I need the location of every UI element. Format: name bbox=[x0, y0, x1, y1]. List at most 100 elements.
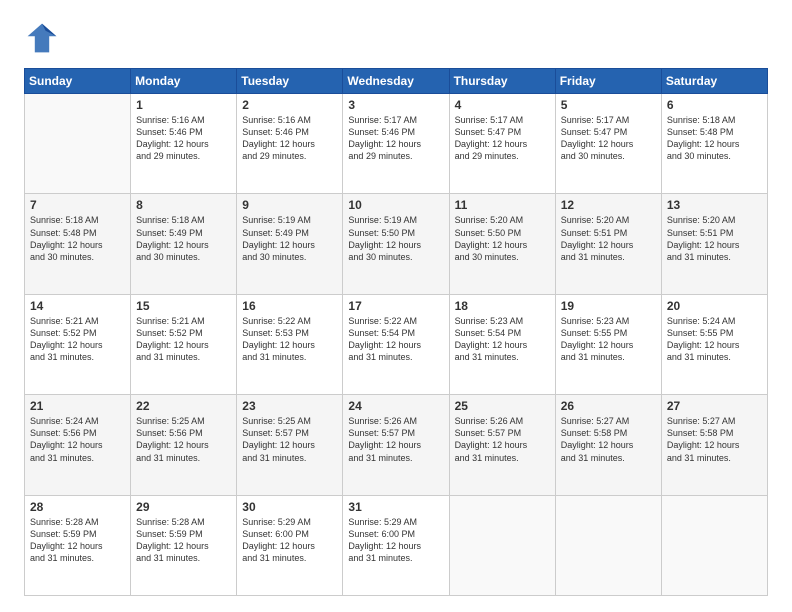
calendar-cell: 16 Sunrise: 5:22 AMSunset: 5:53 PMDayligh… bbox=[237, 294, 343, 394]
day-info: Sunrise: 5:23 AMSunset: 5:55 PMDaylight:… bbox=[561, 315, 656, 364]
calendar-cell: 7 Sunrise: 5:18 AMSunset: 5:48 PMDaylight… bbox=[25, 194, 131, 294]
day-number: 16 bbox=[242, 299, 337, 313]
day-info: Sunrise: 5:19 AMSunset: 5:50 PMDaylight:… bbox=[348, 214, 443, 263]
day-number: 24 bbox=[348, 399, 443, 413]
logo bbox=[24, 20, 64, 56]
day-info: Sunrise: 5:28 AMSunset: 5:59 PMDaylight:… bbox=[30, 516, 125, 565]
calendar-table: SundayMondayTuesdayWednesdayThursdayFrid… bbox=[24, 68, 768, 596]
calendar-cell: 9 Sunrise: 5:19 AMSunset: 5:49 PMDaylight… bbox=[237, 194, 343, 294]
calendar-header-saturday: Saturday bbox=[661, 69, 767, 94]
calendar-cell: 11 Sunrise: 5:20 AMSunset: 5:50 PMDayligh… bbox=[449, 194, 555, 294]
day-info: Sunrise: 5:24 AMSunset: 5:56 PMDaylight:… bbox=[30, 415, 125, 464]
day-info: Sunrise: 5:19 AMSunset: 5:49 PMDaylight:… bbox=[242, 214, 337, 263]
day-number: 10 bbox=[348, 198, 443, 212]
day-info: Sunrise: 5:16 AMSunset: 5:46 PMDaylight:… bbox=[242, 114, 337, 163]
day-info: Sunrise: 5:21 AMSunset: 5:52 PMDaylight:… bbox=[30, 315, 125, 364]
calendar-cell: 2 Sunrise: 5:16 AMSunset: 5:46 PMDaylight… bbox=[237, 94, 343, 194]
day-number: 25 bbox=[455, 399, 550, 413]
day-number: 27 bbox=[667, 399, 762, 413]
day-info: Sunrise: 5:18 AMSunset: 5:48 PMDaylight:… bbox=[30, 214, 125, 263]
calendar-cell: 22 Sunrise: 5:25 AMSunset: 5:56 PMDayligh… bbox=[131, 395, 237, 495]
day-number: 3 bbox=[348, 98, 443, 112]
calendar-header-friday: Friday bbox=[555, 69, 661, 94]
day-number: 22 bbox=[136, 399, 231, 413]
day-number: 29 bbox=[136, 500, 231, 514]
day-info: Sunrise: 5:25 AMSunset: 5:56 PMDaylight:… bbox=[136, 415, 231, 464]
day-number: 2 bbox=[242, 98, 337, 112]
calendar-cell: 6 Sunrise: 5:18 AMSunset: 5:48 PMDaylight… bbox=[661, 94, 767, 194]
day-info: Sunrise: 5:22 AMSunset: 5:54 PMDaylight:… bbox=[348, 315, 443, 364]
day-number: 15 bbox=[136, 299, 231, 313]
day-number: 31 bbox=[348, 500, 443, 514]
day-number: 13 bbox=[667, 198, 762, 212]
day-number: 26 bbox=[561, 399, 656, 413]
calendar-cell: 20 Sunrise: 5:24 AMSunset: 5:55 PMDayligh… bbox=[661, 294, 767, 394]
calendar-header-sunday: Sunday bbox=[25, 69, 131, 94]
calendar-cell: 17Sunrise: 5:22 AMSunset: 5:54 PMDayligh… bbox=[343, 294, 449, 394]
calendar-week-1: 7 Sunrise: 5:18 AMSunset: 5:48 PMDaylight… bbox=[25, 194, 768, 294]
day-number: 4 bbox=[455, 98, 550, 112]
day-number: 5 bbox=[561, 98, 656, 112]
calendar-cell: 27 Sunrise: 5:27 AMSunset: 5:58 PMDayligh… bbox=[661, 395, 767, 495]
calendar-cell: 5 Sunrise: 5:17 AMSunset: 5:47 PMDaylight… bbox=[555, 94, 661, 194]
day-number: 12 bbox=[561, 198, 656, 212]
day-info: Sunrise: 5:22 AMSunset: 5:53 PMDaylight:… bbox=[242, 315, 337, 364]
day-number: 9 bbox=[242, 198, 337, 212]
calendar-week-4: 28 Sunrise: 5:28 AMSunset: 5:59 PMDayligh… bbox=[25, 495, 768, 595]
calendar-cell: 24 Sunrise: 5:26 AMSunset: 5:57 PMDayligh… bbox=[343, 395, 449, 495]
calendar-header-thursday: Thursday bbox=[449, 69, 555, 94]
day-info: Sunrise: 5:25 AMSunset: 5:57 PMDaylight:… bbox=[242, 415, 337, 464]
day-number: 20 bbox=[667, 299, 762, 313]
day-info: Sunrise: 5:28 AMSunset: 5:59 PMDaylight:… bbox=[136, 516, 231, 565]
calendar-cell: 13 Sunrise: 5:20 AMSunset: 5:51 PMDayligh… bbox=[661, 194, 767, 294]
day-info: Sunrise: 5:20 AMSunset: 5:51 PMDaylight:… bbox=[667, 214, 762, 263]
day-number: 11 bbox=[455, 198, 550, 212]
day-info: Sunrise: 5:17 AMSunset: 5:47 PMDaylight:… bbox=[455, 114, 550, 163]
calendar-cell bbox=[449, 495, 555, 595]
day-info: Sunrise: 5:20 AMSunset: 5:50 PMDaylight:… bbox=[455, 214, 550, 263]
calendar-week-2: 14Sunrise: 5:21 AMSunset: 5:52 PMDayligh… bbox=[25, 294, 768, 394]
calendar-cell: 15 Sunrise: 5:21 AMSunset: 5:52 PMDayligh… bbox=[131, 294, 237, 394]
day-info: Sunrise: 5:27 AMSunset: 5:58 PMDaylight:… bbox=[667, 415, 762, 464]
calendar-header-wednesday: Wednesday bbox=[343, 69, 449, 94]
day-number: 23 bbox=[242, 399, 337, 413]
day-info: Sunrise: 5:21 AMSunset: 5:52 PMDaylight:… bbox=[136, 315, 231, 364]
calendar-header-tuesday: Tuesday bbox=[237, 69, 343, 94]
calendar-cell bbox=[661, 495, 767, 595]
header bbox=[24, 20, 768, 56]
day-info: Sunrise: 5:17 AMSunset: 5:47 PMDaylight:… bbox=[561, 114, 656, 163]
page: SundayMondayTuesdayWednesdayThursdayFrid… bbox=[0, 0, 792, 612]
day-number: 6 bbox=[667, 98, 762, 112]
day-number: 19 bbox=[561, 299, 656, 313]
calendar-week-0: 1 Sunrise: 5:16 AMSunset: 5:46 PMDaylight… bbox=[25, 94, 768, 194]
day-info: Sunrise: 5:18 AMSunset: 5:48 PMDaylight:… bbox=[667, 114, 762, 163]
calendar-cell: 29 Sunrise: 5:28 AMSunset: 5:59 PMDayligh… bbox=[131, 495, 237, 595]
day-info: Sunrise: 5:26 AMSunset: 5:57 PMDaylight:… bbox=[348, 415, 443, 464]
calendar-week-3: 21Sunrise: 5:24 AMSunset: 5:56 PMDayligh… bbox=[25, 395, 768, 495]
calendar-cell: 31Sunrise: 5:29 AMSunset: 6:00 PMDayligh… bbox=[343, 495, 449, 595]
calendar-cell: 23 Sunrise: 5:25 AMSunset: 5:57 PMDayligh… bbox=[237, 395, 343, 495]
calendar-cell: 10 Sunrise: 5:19 AMSunset: 5:50 PMDayligh… bbox=[343, 194, 449, 294]
day-info: Sunrise: 5:27 AMSunset: 5:58 PMDaylight:… bbox=[561, 415, 656, 464]
day-number: 18 bbox=[455, 299, 550, 313]
day-number: 1 bbox=[136, 98, 231, 112]
calendar-cell: 21Sunrise: 5:24 AMSunset: 5:56 PMDayligh… bbox=[25, 395, 131, 495]
calendar-cell: 12Sunrise: 5:20 AMSunset: 5:51 PMDayligh… bbox=[555, 194, 661, 294]
calendar-cell: 28 Sunrise: 5:28 AMSunset: 5:59 PMDayligh… bbox=[25, 495, 131, 595]
calendar-cell: 8 Sunrise: 5:18 AMSunset: 5:49 PMDaylight… bbox=[131, 194, 237, 294]
day-number: 28 bbox=[30, 500, 125, 514]
day-number: 8 bbox=[136, 198, 231, 212]
calendar-header-row: SundayMondayTuesdayWednesdayThursdayFrid… bbox=[25, 69, 768, 94]
day-number: 7 bbox=[30, 198, 125, 212]
calendar-cell: 25Sunrise: 5:26 AMSunset: 5:57 PMDayligh… bbox=[449, 395, 555, 495]
logo-icon bbox=[24, 20, 60, 56]
calendar-cell: 30Sunrise: 5:29 AMSunset: 6:00 PMDayligh… bbox=[237, 495, 343, 595]
calendar-cell: 4 Sunrise: 5:17 AMSunset: 5:47 PMDaylight… bbox=[449, 94, 555, 194]
calendar-cell: 26 Sunrise: 5:27 AMSunset: 5:58 PMDayligh… bbox=[555, 395, 661, 495]
day-info: Sunrise: 5:24 AMSunset: 5:55 PMDaylight:… bbox=[667, 315, 762, 364]
day-info: Sunrise: 5:23 AMSunset: 5:54 PMDaylight:… bbox=[455, 315, 550, 364]
day-info: Sunrise: 5:17 AMSunset: 5:46 PMDaylight:… bbox=[348, 114, 443, 163]
day-info: Sunrise: 5:18 AMSunset: 5:49 PMDaylight:… bbox=[136, 214, 231, 263]
calendar-header-monday: Monday bbox=[131, 69, 237, 94]
calendar-cell: 14Sunrise: 5:21 AMSunset: 5:52 PMDayligh… bbox=[25, 294, 131, 394]
